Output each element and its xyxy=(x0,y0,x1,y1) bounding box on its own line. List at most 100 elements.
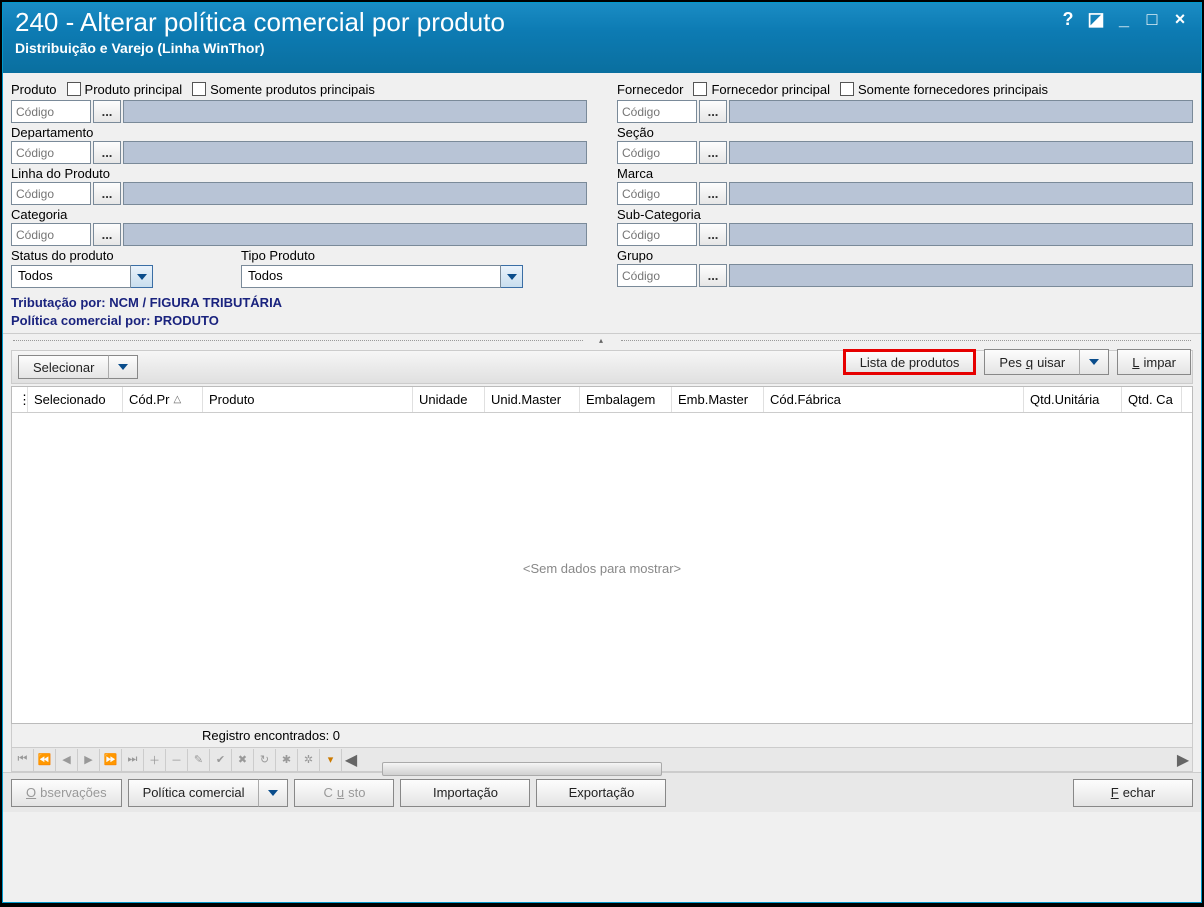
secao-browse-button[interactable]: ... xyxy=(699,141,727,164)
exportacao-button[interactable]: Exportação xyxy=(536,779,666,807)
nav-cancel-icon[interactable]: ✖ xyxy=(232,749,254,771)
chk-somente-produtos-principais[interactable]: Somente produtos principais xyxy=(192,82,375,97)
field-departamento: Departamento ... xyxy=(11,125,587,164)
importacao-button[interactable]: Importação xyxy=(400,779,530,807)
col-codfabrica[interactable]: Cód.Fábrica xyxy=(764,387,1024,412)
col-embalagem[interactable]: Embalagem xyxy=(580,387,672,412)
pesquisar-button[interactable]: Pesquisar xyxy=(984,349,1079,375)
tipo-dropdown-arrow[interactable] xyxy=(501,265,523,288)
nav-prev-icon[interactable]: ◀ xyxy=(56,749,78,771)
hscroll-thumb[interactable] xyxy=(382,762,662,776)
nav-last-icon[interactable]: ⏭ xyxy=(122,749,144,771)
info-tributacao: Tributação por: NCM / FIGURA TRIBUTÁRIA xyxy=(11,294,587,312)
window-subtitle: Distribuição e Varejo (Linha WinThor) xyxy=(15,40,1189,56)
info-politica: Política comercial por: PRODUTO xyxy=(11,312,587,330)
field-categoria: Categoria ... xyxy=(11,207,587,246)
chevron-down-icon xyxy=(137,274,147,280)
nav-refresh-icon[interactable]: ↻ xyxy=(254,749,276,771)
checkbox-icon[interactable] xyxy=(693,82,707,96)
limpar-button[interactable]: Limpar xyxy=(1117,349,1191,375)
categoria-browse-button[interactable]: ... xyxy=(93,223,121,246)
subcategoria-codigo-input[interactable] xyxy=(617,223,697,246)
nav-next-page-icon[interactable]: ⏩ xyxy=(100,749,122,771)
filter-panel: Produto Produto principal Somente produt… xyxy=(3,73,1201,334)
status-dropdown-arrow[interactable] xyxy=(131,265,153,288)
fechar-button[interactable]: Fechar xyxy=(1073,779,1193,807)
col-unidmaster[interactable]: Unid.Master xyxy=(485,387,580,412)
nav-bookmark-icon[interactable]: ✱ xyxy=(276,749,298,771)
chk-somente-fornecedores-principais[interactable]: Somente fornecedores principais xyxy=(840,82,1048,97)
splitter-handle[interactable]: ▴ xyxy=(3,334,1201,346)
minimize-icon[interactable]: _ xyxy=(1113,9,1135,29)
status-dropdown[interactable]: Todos xyxy=(11,265,131,288)
departamento-codigo-input[interactable] xyxy=(11,141,91,164)
hscroll-left-icon[interactable]: ◀ xyxy=(342,750,360,770)
field-marca: Marca ... xyxy=(617,166,1193,205)
info-block: Tributação por: NCM / FIGURA TRIBUTÁRIA … xyxy=(11,294,587,329)
nav-prev-page-icon[interactable]: ⏪ xyxy=(34,749,56,771)
col-codpr[interactable]: Cód.Pr xyxy=(123,387,203,412)
selecionar-button[interactable]: Selecionar xyxy=(18,355,108,379)
col-unidade[interactable]: Unidade xyxy=(413,387,485,412)
linha-codigo-input[interactable] xyxy=(11,182,91,205)
nav-first-icon[interactable]: ⏮ xyxy=(12,749,34,771)
fornecedor-browse-button[interactable]: ... xyxy=(699,100,727,123)
pesquisar-dropdown-arrow[interactable] xyxy=(1079,349,1109,375)
politica-comercial-button[interactable]: Política comercial xyxy=(128,779,259,807)
nav-delete-icon[interactable]: － xyxy=(166,749,188,771)
checkbox-icon[interactable] xyxy=(840,82,854,96)
records-label: Registro encontrados: 0 xyxy=(11,724,1193,748)
secao-codigo-input[interactable] xyxy=(617,141,697,164)
nav-next-icon[interactable]: ▶ xyxy=(78,749,100,771)
field-secao: Seção ... xyxy=(617,125,1193,164)
field-produto: Produto Produto principal Somente produt… xyxy=(11,79,587,123)
lista-produtos-button[interactable]: Lista de produtos xyxy=(843,349,977,375)
subcategoria-browse-button[interactable]: ... xyxy=(699,223,727,246)
marca-codigo-input[interactable] xyxy=(617,182,697,205)
grupo-codigo-input[interactable] xyxy=(617,264,697,287)
selecionar-dropdown-arrow[interactable] xyxy=(108,355,138,379)
chk-produto-principal[interactable]: Produto principal xyxy=(67,82,183,97)
hscroll-right-icon[interactable]: ▶ xyxy=(1174,750,1192,770)
col-produto[interactable]: Produto xyxy=(203,387,413,412)
linha-desc xyxy=(123,182,587,205)
custo-button[interactable]: Custo xyxy=(294,779,394,807)
action-buttons: Lista de produtos Pesquisar Limpar xyxy=(843,349,1191,375)
grupo-desc xyxy=(729,264,1193,287)
departamento-browse-button[interactable]: ... xyxy=(93,141,121,164)
help-icon[interactable]: ? xyxy=(1057,9,1079,29)
nav-edit-icon[interactable]: ✎ xyxy=(188,749,210,771)
politica-dropdown-arrow[interactable] xyxy=(258,779,288,807)
grupo-browse-button[interactable]: ... xyxy=(699,264,727,287)
fornecedor-codigo-input[interactable] xyxy=(617,100,697,123)
col-selecionado[interactable]: Selecionado xyxy=(28,387,123,412)
categoria-codigo-input[interactable] xyxy=(11,223,91,246)
checkbox-icon[interactable] xyxy=(67,82,81,96)
maximize-icon[interactable]: □ xyxy=(1141,9,1163,29)
restore-icon[interactable]: ◪ xyxy=(1085,9,1107,29)
marca-browse-button[interactable]: ... xyxy=(699,182,727,205)
nav-add-icon[interactable]: ＋ xyxy=(144,749,166,771)
col-qtdunitaria[interactable]: Qtd.Unitária xyxy=(1024,387,1122,412)
record-navigator: ⏮ ⏪ ◀ ▶ ⏩ ⏭ ＋ － ✎ ✔ ✖ ↻ ✱ ✲ ▾ ◀ ▶ xyxy=(11,748,1193,772)
grid-indicator-col[interactable]: ⋮≡ xyxy=(12,387,28,412)
grid-empty-message: <Sem dados para mostrar> xyxy=(12,413,1192,723)
filter-left-column: Produto Produto principal Somente produt… xyxy=(11,79,587,329)
nav-post-icon[interactable]: ✔ xyxy=(210,749,232,771)
col-embmaster[interactable]: Emb.Master xyxy=(672,387,764,412)
chk-fornecedor-principal[interactable]: Fornecedor principal xyxy=(693,82,830,97)
nav-filter-icon[interactable]: ▾ xyxy=(320,749,342,771)
linha-browse-button[interactable]: ... xyxy=(93,182,121,205)
tipo-produto-dropdown[interactable]: Todos xyxy=(241,265,501,288)
window-title: 240 - Alterar política comercial por pro… xyxy=(15,7,1189,38)
close-icon[interactable]: × xyxy=(1169,9,1191,29)
label-grupo: Grupo xyxy=(617,248,1193,263)
checkbox-icon[interactable] xyxy=(192,82,206,96)
observacoes-button[interactable]: Observações xyxy=(11,779,122,807)
col-qtdca[interactable]: Qtd. Ca xyxy=(1122,387,1182,412)
chevron-down-icon xyxy=(268,790,278,796)
produto-browse-button[interactable]: ... xyxy=(93,100,121,123)
label-departamento: Departamento xyxy=(11,125,587,140)
nav-bookmark2-icon[interactable]: ✲ xyxy=(298,749,320,771)
produto-codigo-input[interactable] xyxy=(11,100,91,123)
